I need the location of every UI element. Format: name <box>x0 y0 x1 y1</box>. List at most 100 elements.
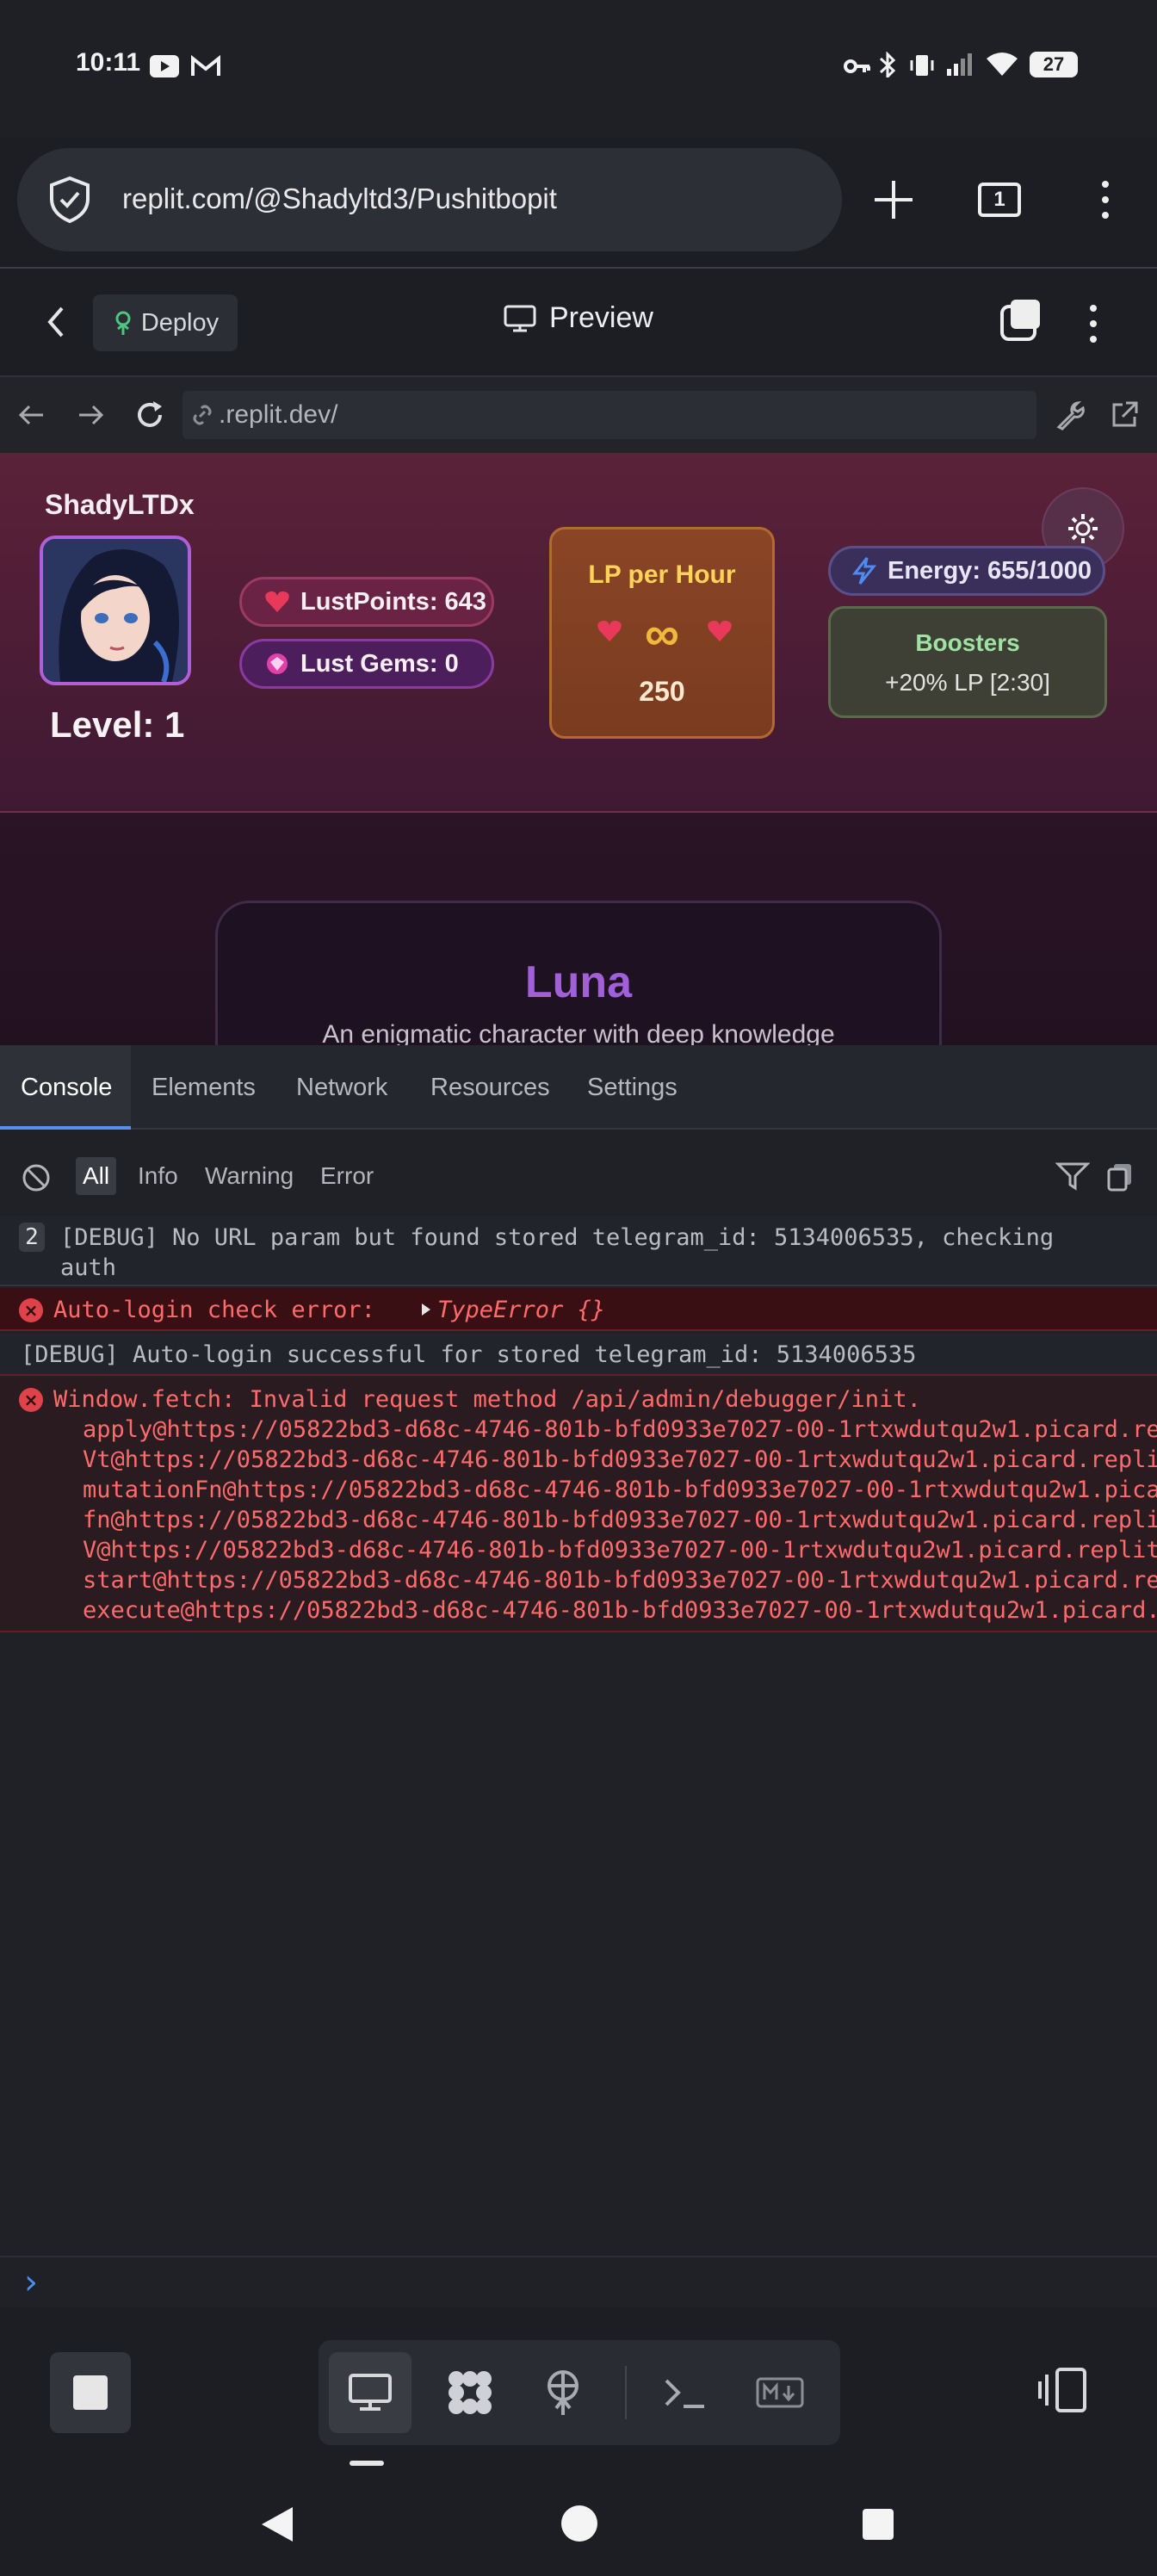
markdown-tool[interactable] <box>739 2352 821 2433</box>
web-back-icon[interactable] <box>17 401 46 429</box>
log-text: [DEBUG] No URL param but found stored te… <box>60 1224 1055 1251</box>
lightning-icon <box>851 557 877 585</box>
console-input[interactable]: › <box>0 2256 1157 2307</box>
boosters-card[interactable]: Boosters +20% LP [2:30] <box>828 606 1107 718</box>
vibrate-icon <box>910 55 934 76</box>
stop-icon <box>73 2375 108 2410</box>
browser-url-text[interactable]: replit.com/@Shadyltd3/Pushitbopit <box>122 183 557 215</box>
tab-count-button[interactable]: 1 <box>978 183 1021 217</box>
browser-menu-icon[interactable] <box>1093 177 1117 226</box>
stack-frame[interactable]: V@https://05822bd3-d68c-4746-801b-bfd093… <box>83 1535 1157 1565</box>
lust-gems-text: Lust Gems: 0 <box>300 649 459 678</box>
copy-icon[interactable] <box>1105 1161 1135 1192</box>
filter-error[interactable]: Error <box>313 1157 381 1195</box>
filter-warning[interactable]: Warning <box>198 1157 300 1195</box>
boosters-title: Boosters <box>915 629 1020 656</box>
nav-back-icon[interactable] <box>257 2504 298 2545</box>
filter-all[interactable]: All <box>76 1157 117 1195</box>
open-external-icon[interactable] <box>1109 399 1140 430</box>
tab-console[interactable]: Console <box>0 1045 131 1130</box>
stack-frame[interactable]: mutationFn@https://05822bd3-d68c-4746-80… <box>83 1475 1157 1505</box>
filter-funnel-icon[interactable] <box>1055 1161 1090 1192</box>
tab-settings[interactable]: Settings <box>587 1045 677 1130</box>
character-description: An enigmatic character with deep knowled… <box>322 1020 835 1045</box>
log-text: Window.fetch: Invalid request method /ap… <box>53 1386 921 1413</box>
filter-info[interactable]: Info <box>131 1157 185 1195</box>
divider <box>625 2366 627 2419</box>
heart-icon <box>265 591 289 612</box>
pane-toggle-icon[interactable] <box>1038 2366 1090 2414</box>
replit-header: Deploy Preview <box>0 269 1157 375</box>
console-log-debug: 2 [DEBUG] No URL param but found stored … <box>0 1216 1157 1286</box>
webview-tool[interactable] <box>329 2352 411 2433</box>
tab-elements[interactable]: Elements <box>152 1045 256 1130</box>
key-icon <box>844 59 870 73</box>
energy-badge: Energy: 655/1000 <box>828 546 1105 596</box>
reload-icon[interactable] <box>133 398 167 432</box>
status-time: 10:11 <box>76 48 141 77</box>
link-icon <box>193 405 212 425</box>
webview-url-field[interactable]: .replit.dev/ <box>183 391 1036 439</box>
browser-url-bar[interactable]: replit.com/@Shadyltd3/Pushitbopit <box>17 148 842 251</box>
battery-icon: 27 <box>1030 52 1078 77</box>
bluetooth-icon <box>879 52 896 77</box>
back-chevron-icon[interactable] <box>43 305 69 339</box>
game-content: Luna An enigmatic character with deep kn… <box>0 813 1157 1045</box>
expand-triangle-icon[interactable] <box>420 1302 432 1317</box>
error-object[interactable]: TypeError {} <box>437 1295 605 1325</box>
error-icon: × <box>19 1388 43 1412</box>
stack-frame[interactable]: fn@https://05822bd3-d68c-4746-801b-bfd09… <box>83 1505 1157 1535</box>
tab-network[interactable]: Network <box>296 1045 387 1130</box>
tab-resources[interactable]: Resources <box>430 1045 550 1130</box>
terminal-icon <box>665 2379 704 2408</box>
web-forward-icon[interactable] <box>76 401 105 429</box>
console-log-error: × Auto-login check error: TypeError {} <box>0 1288 1157 1331</box>
pane-menu-icon[interactable] <box>1081 301 1105 350</box>
gear-icon <box>1068 514 1098 543</box>
infinity-symbol: ∞ <box>645 606 679 660</box>
shell-tool[interactable] <box>644 2352 727 2433</box>
repeat-count-badge: 2 <box>19 1223 45 1252</box>
stack-frame[interactable]: Vt@https://05822bd3-d68c-4746-801b-bfd09… <box>83 1445 1157 1475</box>
deploy-label: Deploy <box>140 308 220 337</box>
log-text: Auto-login check error: <box>53 1297 390 1323</box>
nav-home-icon[interactable] <box>560 2504 599 2543</box>
window-switch-icon[interactable] <box>999 298 1042 343</box>
lp-per-hour-value: 250 <box>639 676 685 707</box>
lust-points-text: LustPoints: 643 <box>300 587 486 616</box>
lust-points-badge: LustPoints: 643 <box>239 577 494 627</box>
wifi-icon <box>987 53 1018 76</box>
log-text: auth <box>60 1254 117 1281</box>
console-filter-bar: All Info Warning Error <box>0 1131 1157 1217</box>
clear-console-icon[interactable] <box>21 1162 52 1193</box>
heart-icon <box>708 620 732 641</box>
prompt-chevron-icon: › <box>24 2263 38 2302</box>
active-indicator <box>350 2461 384 2466</box>
lp-per-hour-card: LP per Hour ∞ 250 <box>549 527 775 739</box>
deploy-button[interactable]: Deploy <box>93 294 238 351</box>
preview-title: Preview <box>503 301 653 335</box>
player-avatar[interactable] <box>40 536 191 685</box>
markdown-icon <box>756 2377 804 2408</box>
deploy-icon <box>548 2370 578 2415</box>
replit-workflows-icon <box>449 2371 492 2414</box>
lp-per-hour-title: LP per Hour <box>588 560 736 589</box>
wrench-icon[interactable] <box>1055 399 1086 430</box>
player-username: ShadyLTDx <box>45 489 195 520</box>
new-tab-plus-icon[interactable] <box>871 177 916 222</box>
stack-frame[interactable]: apply@https://05822bd3-d68c-4746-801b-bf… <box>83 1415 1157 1445</box>
deploy-tool[interactable] <box>522 2352 604 2433</box>
stop-button[interactable] <box>50 2352 131 2433</box>
nav-recents-icon[interactable] <box>861 2507 895 2542</box>
stack-frame[interactable]: execute@https://05822bd3-d68c-4746-801b-… <box>83 1595 1157 1625</box>
character-card[interactable]: Luna An enigmatic character with deep kn… <box>215 901 942 1045</box>
preview-label: Preview <box>549 301 653 334</box>
devtools-tab-bar: Console Elements Network Resources Setti… <box>0 1045 1157 1130</box>
webview-nav: .replit.dev/ <box>0 375 1157 453</box>
stack-frame[interactable]: start@https://05822bd3-d68c-4746-801b-bf… <box>83 1565 1157 1595</box>
character-name: Luna <box>524 957 633 1007</box>
shield-check-icon[interactable] <box>48 176 91 224</box>
workflows-tool[interactable] <box>429 2352 511 2433</box>
system-nav-bar <box>0 2471 1157 2576</box>
player-level: Level: 1 <box>50 704 185 745</box>
